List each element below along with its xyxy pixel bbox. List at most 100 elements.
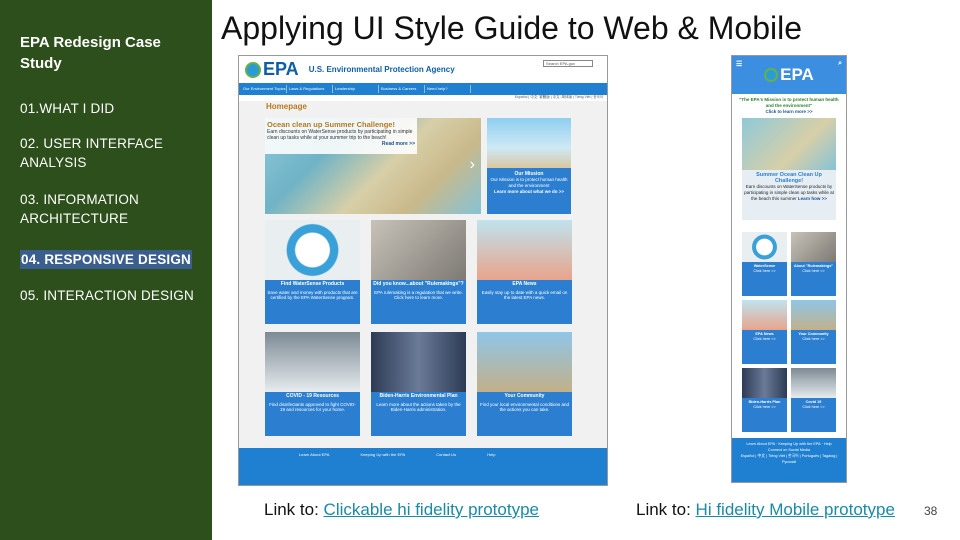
sidebar-item-responsive-design[interactable]: 04. RESPONSIVE DESIGN	[20, 250, 193, 269]
footer-link[interactable]: Keeping Up with the EPA	[778, 442, 820, 446]
search-input[interactable]: Search EPA.gov	[543, 60, 593, 67]
card-caption: COVID - 19 Resources Find disinfectants a…	[265, 392, 360, 436]
card-body: Find disinfectants approved to fight COV…	[269, 401, 356, 413]
mobile-prototype-link[interactable]: Hi fidelity Mobile prototype	[696, 500, 895, 519]
card-image	[791, 232, 836, 262]
mission-image	[487, 118, 571, 168]
mobile-header: ☰ EPA ⌕	[732, 56, 846, 94]
footer-language-bar[interactable]: Español | 中文 | Tiếng Việt | 한국어 | Portug…	[741, 454, 838, 464]
footer-link[interactable]: Help	[824, 442, 832, 446]
mobile-card-rulemakings[interactable]: About "Rulemakings" Click here >>	[791, 232, 836, 296]
mobile-card-covid[interactable]: Covid 19 Click here >>	[791, 368, 836, 432]
mission-caption: Our Mission Our Mission is to protect hu…	[487, 168, 571, 214]
mobile-mission: "The EPA's Mission is to protect human h…	[732, 94, 846, 118]
sidebar-item-interaction-design[interactable]: 05. INTERACTION DESIGN	[20, 286, 200, 305]
card-title: WaterSense	[753, 264, 776, 268]
hero-carousel[interactable]: Ocean clean up Summer Challenge! Earn di…	[265, 118, 481, 214]
mission-link[interactable]: Click to learn more >>	[738, 109, 840, 115]
card-caption: EPA News Click here >>	[742, 330, 787, 364]
search-icon[interactable]: ⌕	[838, 60, 842, 68]
footer-link[interactable]: Keeping Up with the EPA	[361, 452, 406, 457]
card-body: Learn more about the actions taken by th…	[376, 401, 461, 413]
link-line-web: Link to: Clickable hi fidelity prototype	[264, 500, 539, 520]
card-image	[791, 300, 836, 330]
card-caption: Your Community Find your local environmen…	[477, 392, 572, 436]
mobile-summer-challenge[interactable]: Summer Ocean Clean Up Challenge! Earn di…	[742, 170, 836, 220]
card-watersense[interactable]: Find WaterSense Products Save water and m…	[265, 220, 360, 324]
card-caption: Biden-Harris Plan Click here >>	[742, 398, 787, 432]
card-link[interactable]: Click here >>	[753, 269, 775, 273]
agency-name: U.S. Environmental Protection Agency	[308, 65, 455, 74]
mission-link[interactable]: Learn more about what we do >>	[489, 189, 569, 195]
web-header: EPA U.S. Environmental Protection Agency…	[239, 56, 607, 83]
chevron-right-icon[interactable]: ›	[470, 156, 475, 174]
card-community[interactable]: Your Community Find your local environmen…	[477, 332, 572, 436]
nav-item-topics[interactable]: Our Environment Topics	[243, 85, 287, 93]
mobile-card-news[interactable]: EPA News Click here >>	[742, 300, 787, 364]
footer-link[interactable]: Help	[487, 452, 495, 457]
mobile-hero-image	[742, 118, 836, 170]
card-title: Did you know...about "Rulemakings"?	[373, 281, 464, 287]
watersense-logo	[265, 220, 360, 280]
card-image	[477, 220, 572, 280]
card-biden-harris[interactable]: Biden-Harris Environmental Plan Learn mor…	[371, 332, 466, 436]
link-prefix: Link to:	[264, 500, 324, 519]
card-image	[742, 232, 787, 262]
hero-body: Earn discounts on WaterSense products by…	[267, 129, 413, 141]
card-title: About "Rulemakings"	[793, 264, 834, 268]
epa-logo[interactable]: EPA	[245, 59, 299, 80]
footer-link[interactable]: Learn About EPA	[299, 452, 329, 457]
epa-logo-text[interactable]: EPA	[780, 65, 814, 85]
footer-link[interactable]: Learn About EPA	[746, 442, 775, 446]
nav-item-laws[interactable]: Laws & Regulations	[289, 85, 333, 93]
card-caption: WaterSense Click here >>	[742, 262, 787, 296]
card-image	[742, 368, 787, 398]
summer-title: Summer Ocean Clean Up Challenge!	[756, 172, 822, 184]
summer-link[interactable]: Learn how >>	[798, 196, 827, 201]
card-body: EPA rulemaking is a regulation that we w…	[374, 289, 463, 301]
sidebar-item-what-i-did[interactable]: 01.WHAT I DID	[20, 99, 200, 118]
epa-logo-text: EPA	[263, 59, 299, 79]
card-title: Find WaterSense Products	[280, 281, 345, 287]
card-link[interactable]: Click here >>	[802, 269, 824, 273]
card-link[interactable]: Click here >>	[753, 337, 775, 341]
menu-icon[interactable]: ☰	[736, 60, 742, 68]
mission-text: "The EPA's Mission is to protect human h…	[739, 97, 839, 108]
epa-globe-icon	[764, 68, 779, 82]
footer-link[interactable]: Contact Us	[436, 452, 456, 457]
sidebar: EPA Redesign Case Study 01.WHAT I DID 02…	[0, 0, 212, 540]
card-image	[371, 220, 466, 280]
card-body: Save water and money with products that …	[267, 289, 358, 301]
sidebar-item-ui-analysis[interactable]: 02. USER INTERFACE ANALYSIS	[20, 134, 200, 172]
card-title: COVID - 19 Resources	[286, 393, 339, 399]
nav-item-leadership[interactable]: Leadership	[335, 85, 379, 93]
mobile-card-community[interactable]: Your Community Click here >>	[791, 300, 836, 364]
card-epa-news[interactable]: EPA News Easily stay up to date with a qu…	[477, 220, 572, 324]
nav-item-help[interactable]: Need help?	[427, 85, 471, 93]
card-title: Biden-Harris Environmental Plan	[379, 393, 458, 399]
card-rulemakings[interactable]: Did you know...about "Rulemakings"? EPA r…	[371, 220, 466, 324]
card-image	[791, 368, 836, 398]
footer-link[interactable]: Connect on Social Media	[768, 448, 810, 452]
card-covid[interactable]: COVID - 19 Resources Find disinfectants a…	[265, 332, 360, 436]
clickable-prototype-link[interactable]: Clickable hi fidelity prototype	[324, 500, 539, 519]
card-link[interactable]: Click here >>	[753, 405, 775, 409]
card-title: EPA News	[512, 281, 537, 287]
card-image	[742, 300, 787, 330]
mission-card[interactable]: Our Mission Our Mission is to protect hu…	[487, 118, 571, 214]
card-caption: Biden-Harris Environmental Plan Learn mor…	[371, 392, 466, 436]
card-title: Biden-Harris Plan	[748, 400, 781, 404]
sidebar-item-information-architecture[interactable]: 03. INFORMATION ARCHITECTURE	[20, 190, 200, 228]
card-link[interactable]: Click here >>	[802, 337, 824, 341]
mobile-card-biden-harris[interactable]: Biden-Harris Plan Click here >>	[742, 368, 787, 432]
epa-globe-icon	[245, 61, 261, 78]
card-link[interactable]: Click here >>	[802, 405, 824, 409]
mobile-footer: Learn About EPA · Keeping Up with the EP…	[732, 438, 846, 482]
nav-item-business[interactable]: Business & Careers	[381, 85, 425, 93]
card-caption: About "Rulemakings" Click here >>	[791, 262, 836, 296]
card-image	[265, 332, 360, 392]
mobile-card-watersense[interactable]: WaterSense Click here >>	[742, 232, 787, 296]
hero-read-more-link[interactable]: Read more >>	[267, 141, 415, 147]
desktop-mockup: EPA U.S. Environmental Protection Agency…	[238, 55, 608, 486]
hero-headline: Ocean clean up Summer Challenge!	[267, 120, 395, 129]
